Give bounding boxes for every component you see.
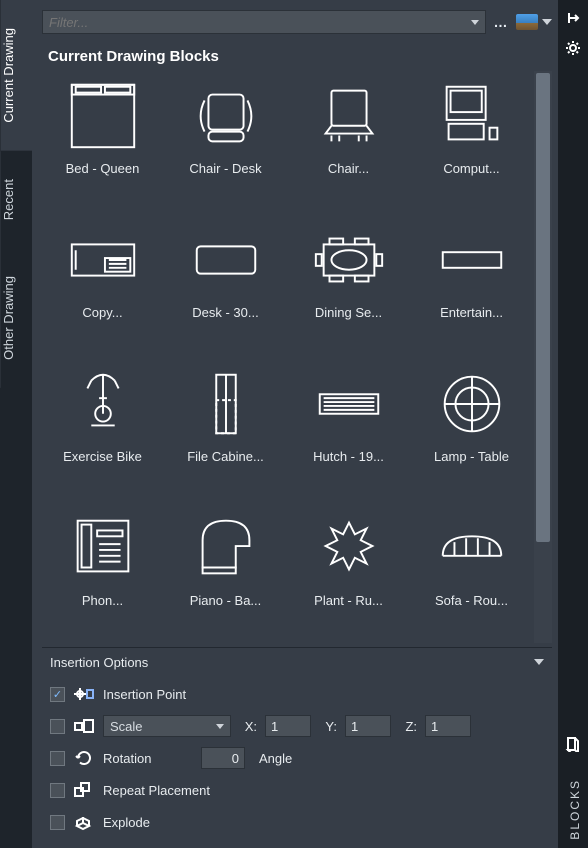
block-chair-other[interactable]: Chair... (292, 77, 405, 205)
palette-footer: BLOCKS (568, 779, 582, 840)
filter-combo[interactable] (42, 10, 486, 34)
filter-row: … (42, 8, 552, 36)
opt-scale: Scale X: Y: Z: (50, 714, 544, 738)
scrollbar-thumb[interactable] (536, 73, 550, 542)
x-label: X: (239, 719, 257, 734)
repeat-icon (73, 782, 95, 798)
browse-button[interactable]: … (490, 11, 512, 33)
block-label: Entertain... (440, 305, 503, 320)
block-computer[interactable]: Comput... (415, 77, 528, 205)
block-exercise-bike[interactable]: Exercise Bike (46, 365, 159, 493)
opt-repeat-placement: Repeat Placement (50, 778, 544, 802)
scale-label: Scale (110, 719, 143, 734)
insertion-options: Insertion Options ✓ Insertion Point Scal… (42, 647, 552, 842)
block-label: Phon... (82, 593, 123, 608)
block-grid-area: Bed - Queen Chair - Desk Chair... Comput… (42, 71, 552, 643)
block-label: Plant - Ru... (314, 593, 383, 608)
chevron-down-icon (216, 724, 224, 729)
scale-dropdown[interactable]: Scale (103, 715, 231, 737)
checkbox-rotation[interactable] (50, 751, 65, 766)
explode-icon (73, 813, 95, 831)
block-label: Comput... (443, 161, 499, 176)
y-label: Y: (319, 719, 337, 734)
block-label: Desk - 30... (192, 305, 258, 320)
block-label: Sofa - Rou... (435, 593, 508, 608)
blocks-palette-icon[interactable] (565, 736, 581, 752)
block-entertainment[interactable]: Entertain... (415, 221, 528, 349)
insertion-options-header[interactable]: Insertion Options (42, 648, 552, 676)
checkbox-insertion-point[interactable]: ✓ (50, 687, 65, 702)
insertion-point-label: Insertion Point (103, 687, 186, 702)
z-label: Z: (399, 719, 417, 734)
settings-icon[interactable] (565, 40, 581, 56)
rotation-label: Rotation (103, 751, 193, 766)
block-label: Chair... (328, 161, 369, 176)
block-desk[interactable]: Desk - 30... (169, 221, 282, 349)
block-dining-set[interactable]: Dining Se... (292, 221, 405, 349)
block-label: Chair - Desk (189, 161, 261, 176)
block-phone[interactable]: Phon... (46, 509, 159, 637)
section-title: Current Drawing Blocks (48, 48, 552, 65)
block-grid: Bed - Queen Chair - Desk Chair... Comput… (42, 71, 532, 643)
opt-insertion-point: ✓ Insertion Point (50, 682, 544, 706)
scale-z-input[interactable] (425, 715, 471, 737)
checkbox-scale[interactable] (50, 719, 65, 734)
scale-y-input[interactable] (345, 715, 391, 737)
side-tabs: Current Drawing Recent Other Drawing (0, 0, 32, 848)
palette-title: BLOCKS (568, 779, 582, 840)
block-file-cabinet[interactable]: File Cabine... (169, 365, 282, 493)
block-bed-queen[interactable]: Bed - Queen (46, 77, 159, 205)
block-label: Hutch - 19... (313, 449, 384, 464)
insertion-options-body: ✓ Insertion Point Scale X: Y: (42, 676, 552, 842)
rotation-input[interactable] (201, 747, 245, 769)
checkbox-repeat[interactable] (50, 783, 65, 798)
chevron-down-icon (534, 659, 544, 665)
scrollbar[interactable] (534, 71, 552, 643)
thumbnail-view-icon[interactable] (516, 14, 538, 30)
filter-input[interactable] (49, 15, 471, 30)
explode-label: Explode (103, 815, 150, 830)
palette-controls (558, 0, 588, 848)
block-label: Piano - Ba... (190, 593, 262, 608)
insertion-options-label: Insertion Options (50, 655, 148, 670)
scale-icon (73, 718, 95, 734)
blocks-panel: … Current Drawing Blocks Bed - Queen Cha… (32, 0, 558, 848)
opt-explode: Explode (50, 810, 544, 834)
tab-recent[interactable]: Recent (0, 151, 32, 248)
block-label: File Cabine... (187, 449, 264, 464)
insertion-point-icon (73, 686, 95, 702)
chevron-down-icon (471, 20, 479, 25)
tab-current-drawing[interactable]: Current Drawing (0, 0, 32, 151)
view-dropdown-icon[interactable] (542, 19, 552, 25)
tab-other-drawing[interactable]: Other Drawing (0, 248, 32, 388)
block-copy[interactable]: Copy... (46, 221, 159, 349)
block-plant[interactable]: Plant - Ru... (292, 509, 405, 637)
block-lamp-table[interactable]: Lamp - Table (415, 365, 528, 493)
auto-hide-icon[interactable] (565, 10, 581, 26)
rotation-icon (73, 749, 95, 767)
angle-label: Angle (259, 751, 292, 766)
scale-x-input[interactable] (265, 715, 311, 737)
block-sofa[interactable]: Sofa - Rou... (415, 509, 528, 637)
block-label: Dining Se... (315, 305, 382, 320)
block-label: Bed - Queen (66, 161, 140, 176)
block-label: Exercise Bike (63, 449, 142, 464)
block-chair-desk[interactable]: Chair - Desk (169, 77, 282, 205)
block-label: Copy... (82, 305, 122, 320)
opt-rotation: Rotation Angle (50, 746, 544, 770)
checkbox-explode[interactable] (50, 815, 65, 830)
block-hutch[interactable]: Hutch - 19... (292, 365, 405, 493)
block-piano[interactable]: Piano - Ba... (169, 509, 282, 637)
block-label: Lamp - Table (434, 449, 509, 464)
repeat-label: Repeat Placement (103, 783, 210, 798)
